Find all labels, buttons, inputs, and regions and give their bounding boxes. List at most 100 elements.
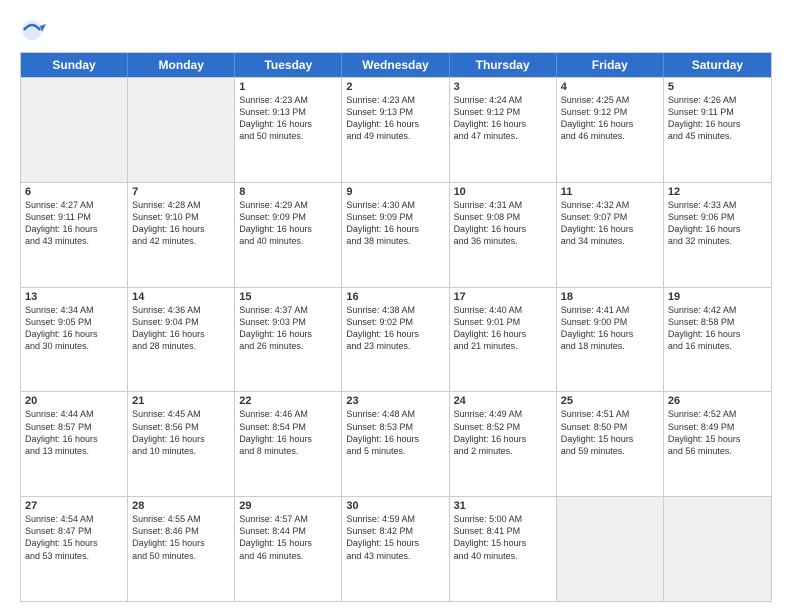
header-day: Tuesday [235, 53, 342, 77]
day-info: Sunrise: 4:26 AM Sunset: 9:11 PM Dayligh… [668, 94, 767, 143]
calendar-cell: 17Sunrise: 4:40 AM Sunset: 9:01 PM Dayli… [450, 288, 557, 392]
calendar-cell: 15Sunrise: 4:37 AM Sunset: 9:03 PM Dayli… [235, 288, 342, 392]
day-info: Sunrise: 4:59 AM Sunset: 8:42 PM Dayligh… [346, 513, 444, 562]
calendar-cell: 10Sunrise: 4:31 AM Sunset: 9:08 PM Dayli… [450, 183, 557, 287]
calendar-cell: 12Sunrise: 4:33 AM Sunset: 9:06 PM Dayli… [664, 183, 771, 287]
day-info: Sunrise: 4:46 AM Sunset: 8:54 PM Dayligh… [239, 408, 337, 457]
calendar-cell: 25Sunrise: 4:51 AM Sunset: 8:50 PM Dayli… [557, 392, 664, 496]
day-number: 16 [346, 291, 444, 303]
day-info: Sunrise: 5:00 AM Sunset: 8:41 PM Dayligh… [454, 513, 552, 562]
day-info: Sunrise: 4:37 AM Sunset: 9:03 PM Dayligh… [239, 304, 337, 353]
calendar-cell [21, 78, 128, 182]
calendar-cell: 22Sunrise: 4:46 AM Sunset: 8:54 PM Dayli… [235, 392, 342, 496]
calendar-cell: 30Sunrise: 4:59 AM Sunset: 8:42 PM Dayli… [342, 497, 449, 601]
header-day: Friday [557, 53, 664, 77]
day-number: 28 [132, 500, 230, 512]
day-number: 30 [346, 500, 444, 512]
day-number: 7 [132, 186, 230, 198]
calendar-body: 1Sunrise: 4:23 AM Sunset: 9:13 PM Daylig… [21, 77, 771, 601]
day-number: 9 [346, 186, 444, 198]
day-info: Sunrise: 4:42 AM Sunset: 8:58 PM Dayligh… [668, 304, 767, 353]
calendar-cell: 2Sunrise: 4:23 AM Sunset: 9:13 PM Daylig… [342, 78, 449, 182]
day-info: Sunrise: 4:54 AM Sunset: 8:47 PM Dayligh… [25, 513, 123, 562]
calendar-cell: 4Sunrise: 4:25 AM Sunset: 9:12 PM Daylig… [557, 78, 664, 182]
calendar-cell [664, 497, 771, 601]
day-number: 15 [239, 291, 337, 303]
header-day: Monday [128, 53, 235, 77]
day-number: 19 [668, 291, 767, 303]
day-number: 31 [454, 500, 552, 512]
day-info: Sunrise: 4:30 AM Sunset: 9:09 PM Dayligh… [346, 199, 444, 248]
logo [20, 16, 50, 44]
day-info: Sunrise: 4:38 AM Sunset: 9:02 PM Dayligh… [346, 304, 444, 353]
calendar-cell [557, 497, 664, 601]
day-number: 18 [561, 291, 659, 303]
calendar-cell: 16Sunrise: 4:38 AM Sunset: 9:02 PM Dayli… [342, 288, 449, 392]
day-info: Sunrise: 4:34 AM Sunset: 9:05 PM Dayligh… [25, 304, 123, 353]
day-info: Sunrise: 4:49 AM Sunset: 8:52 PM Dayligh… [454, 408, 552, 457]
day-number: 24 [454, 395, 552, 407]
day-info: Sunrise: 4:36 AM Sunset: 9:04 PM Dayligh… [132, 304, 230, 353]
calendar-row: 20Sunrise: 4:44 AM Sunset: 8:57 PM Dayli… [21, 391, 771, 496]
calendar-cell: 7Sunrise: 4:28 AM Sunset: 9:10 PM Daylig… [128, 183, 235, 287]
calendar-cell: 23Sunrise: 4:48 AM Sunset: 8:53 PM Dayli… [342, 392, 449, 496]
calendar-cell: 18Sunrise: 4:41 AM Sunset: 9:00 PM Dayli… [557, 288, 664, 392]
day-info: Sunrise: 4:28 AM Sunset: 9:10 PM Dayligh… [132, 199, 230, 248]
calendar-cell: 21Sunrise: 4:45 AM Sunset: 8:56 PM Dayli… [128, 392, 235, 496]
day-number: 2 [346, 81, 444, 93]
day-number: 13 [25, 291, 123, 303]
day-info: Sunrise: 4:51 AM Sunset: 8:50 PM Dayligh… [561, 408, 659, 457]
calendar-cell: 19Sunrise: 4:42 AM Sunset: 8:58 PM Dayli… [664, 288, 771, 392]
calendar-cell: 20Sunrise: 4:44 AM Sunset: 8:57 PM Dayli… [21, 392, 128, 496]
calendar-row: 6Sunrise: 4:27 AM Sunset: 9:11 PM Daylig… [21, 182, 771, 287]
day-number: 27 [25, 500, 123, 512]
header [20, 16, 772, 44]
header-day: Thursday [450, 53, 557, 77]
calendar-cell: 9Sunrise: 4:30 AM Sunset: 9:09 PM Daylig… [342, 183, 449, 287]
day-number: 4 [561, 81, 659, 93]
calendar-cell: 31Sunrise: 5:00 AM Sunset: 8:41 PM Dayli… [450, 497, 557, 601]
day-info: Sunrise: 4:33 AM Sunset: 9:06 PM Dayligh… [668, 199, 767, 248]
day-info: Sunrise: 4:31 AM Sunset: 9:08 PM Dayligh… [454, 199, 552, 248]
day-number: 20 [25, 395, 123, 407]
calendar-cell: 29Sunrise: 4:57 AM Sunset: 8:44 PM Dayli… [235, 497, 342, 601]
calendar-row: 13Sunrise: 4:34 AM Sunset: 9:05 PM Dayli… [21, 287, 771, 392]
header-day: Wednesday [342, 53, 449, 77]
day-number: 1 [239, 81, 337, 93]
day-number: 26 [668, 395, 767, 407]
day-number: 17 [454, 291, 552, 303]
header-day: Saturday [664, 53, 771, 77]
day-info: Sunrise: 4:27 AM Sunset: 9:11 PM Dayligh… [25, 199, 123, 248]
day-number: 8 [239, 186, 337, 198]
calendar: SundayMondayTuesdayWednesdayThursdayFrid… [20, 52, 772, 602]
day-info: Sunrise: 4:29 AM Sunset: 9:09 PM Dayligh… [239, 199, 337, 248]
day-info: Sunrise: 4:45 AM Sunset: 8:56 PM Dayligh… [132, 408, 230, 457]
day-info: Sunrise: 4:32 AM Sunset: 9:07 PM Dayligh… [561, 199, 659, 248]
day-info: Sunrise: 4:23 AM Sunset: 9:13 PM Dayligh… [239, 94, 337, 143]
calendar-cell: 6Sunrise: 4:27 AM Sunset: 9:11 PM Daylig… [21, 183, 128, 287]
day-number: 3 [454, 81, 552, 93]
day-info: Sunrise: 4:44 AM Sunset: 8:57 PM Dayligh… [25, 408, 123, 457]
calendar-cell: 14Sunrise: 4:36 AM Sunset: 9:04 PM Dayli… [128, 288, 235, 392]
calendar-cell: 1Sunrise: 4:23 AM Sunset: 9:13 PM Daylig… [235, 78, 342, 182]
calendar-row: 27Sunrise: 4:54 AM Sunset: 8:47 PM Dayli… [21, 496, 771, 601]
day-number: 6 [25, 186, 123, 198]
day-info: Sunrise: 4:24 AM Sunset: 9:12 PM Dayligh… [454, 94, 552, 143]
calendar-cell: 3Sunrise: 4:24 AM Sunset: 9:12 PM Daylig… [450, 78, 557, 182]
day-info: Sunrise: 4:52 AM Sunset: 8:49 PM Dayligh… [668, 408, 767, 457]
day-number: 21 [132, 395, 230, 407]
calendar-cell: 24Sunrise: 4:49 AM Sunset: 8:52 PM Dayli… [450, 392, 557, 496]
header-day: Sunday [21, 53, 128, 77]
day-number: 12 [668, 186, 767, 198]
calendar-cell: 28Sunrise: 4:55 AM Sunset: 8:46 PM Dayli… [128, 497, 235, 601]
day-number: 29 [239, 500, 337, 512]
day-info: Sunrise: 4:48 AM Sunset: 8:53 PM Dayligh… [346, 408, 444, 457]
day-info: Sunrise: 4:23 AM Sunset: 9:13 PM Dayligh… [346, 94, 444, 143]
logo-icon [20, 16, 48, 44]
day-number: 23 [346, 395, 444, 407]
day-info: Sunrise: 4:25 AM Sunset: 9:12 PM Dayligh… [561, 94, 659, 143]
calendar-row: 1Sunrise: 4:23 AM Sunset: 9:13 PM Daylig… [21, 77, 771, 182]
day-number: 5 [668, 81, 767, 93]
page: SundayMondayTuesdayWednesdayThursdayFrid… [0, 0, 792, 612]
calendar-header: SundayMondayTuesdayWednesdayThursdayFrid… [21, 53, 771, 77]
